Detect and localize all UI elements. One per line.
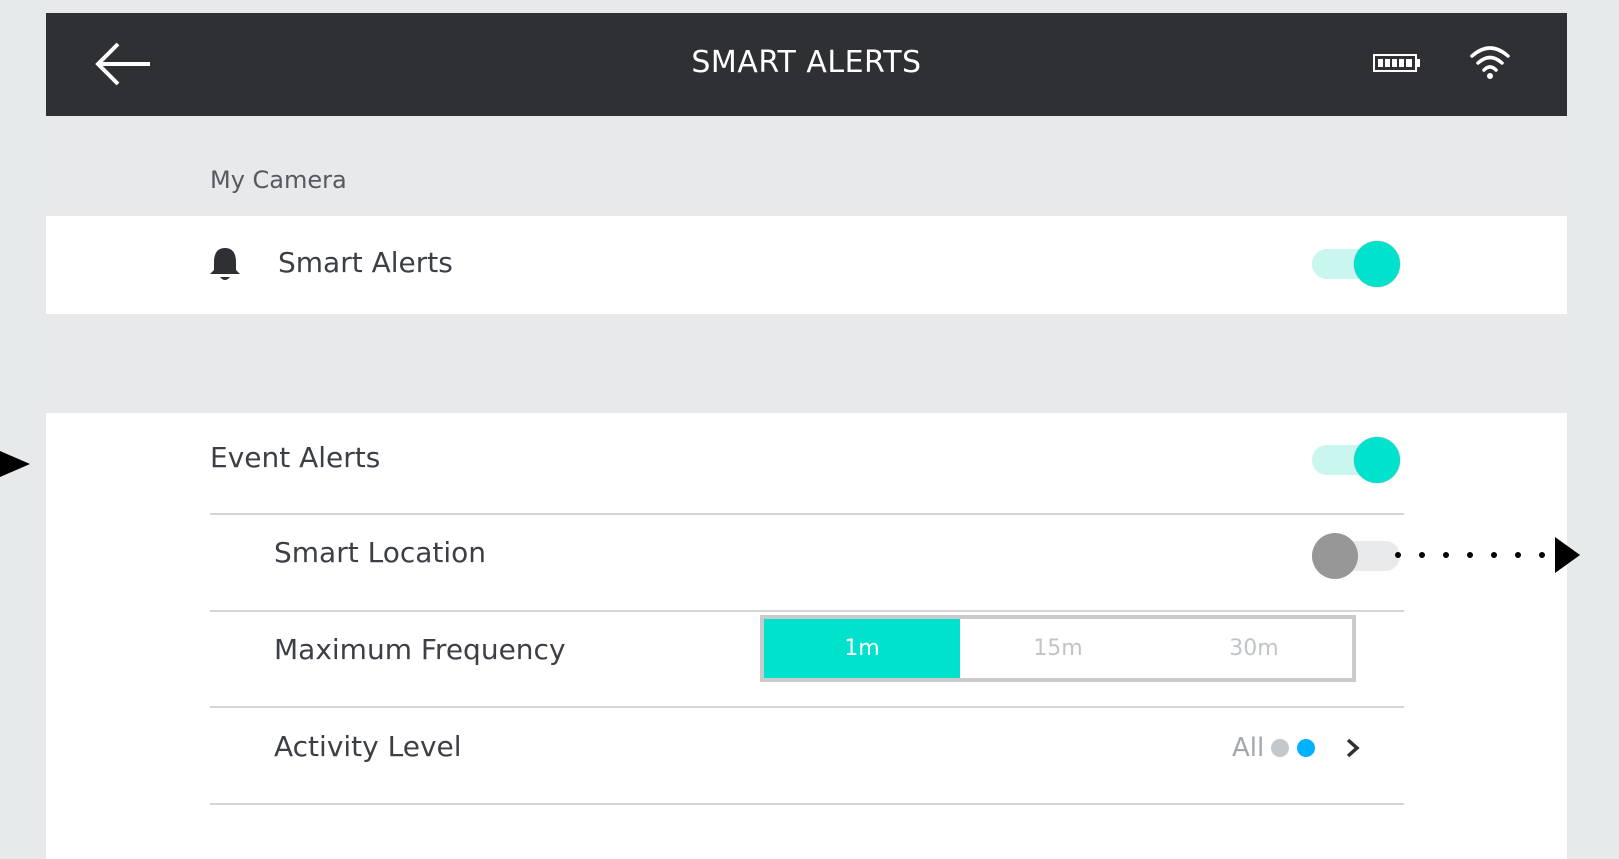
camera-section-header: My Camera bbox=[46, 116, 1567, 216]
wifi-icon bbox=[1470, 46, 1510, 79]
smart-location-label: Smart Location bbox=[274, 536, 487, 569]
activity-level-label: Activity Level bbox=[274, 730, 462, 763]
toggle-knob bbox=[1354, 437, 1400, 483]
pointer-arrow-icon bbox=[0, 451, 30, 477]
camera-name-label: My Camera bbox=[210, 166, 347, 194]
chevron-right-icon[interactable] bbox=[1344, 736, 1362, 760]
toggle-knob bbox=[1354, 241, 1400, 287]
pointer-dotted-arrow-icon bbox=[1395, 537, 1580, 573]
frequency-option-15m[interactable]: 15m bbox=[960, 619, 1156, 678]
bell-icon bbox=[210, 248, 240, 280]
event-alerts-toggle[interactable] bbox=[1312, 437, 1400, 483]
frequency-option-30m[interactable]: 30m bbox=[1156, 619, 1352, 678]
page-title: SMART ALERTS bbox=[691, 45, 922, 80]
section-spacer bbox=[46, 314, 1567, 413]
header-bar: SMART ALERTS bbox=[46, 13, 1567, 116]
divider bbox=[210, 513, 1404, 515]
activity-dot-gray bbox=[1271, 739, 1289, 757]
battery-icon bbox=[1373, 54, 1420, 72]
event-alerts-label: Event Alerts bbox=[210, 441, 381, 474]
activity-level-value: All bbox=[1232, 733, 1265, 763]
frequency-option-1m[interactable]: 1m bbox=[764, 619, 960, 678]
frequency-segmented-control: 1m 15m 30m bbox=[760, 615, 1356, 682]
activity-dot-blue bbox=[1297, 739, 1315, 757]
smart-alerts-toggle[interactable] bbox=[1312, 241, 1400, 287]
app-panel: SMART ALERTS My Camera Smart Alerts Even… bbox=[46, 13, 1567, 859]
smart-alerts-row[interactable]: Smart Alerts bbox=[46, 216, 1567, 314]
maximum-frequency-label: Maximum Frequency bbox=[274, 633, 566, 666]
divider bbox=[210, 706, 1404, 708]
smart-location-toggle[interactable] bbox=[1312, 533, 1400, 579]
divider bbox=[210, 610, 1404, 612]
screen: SMART ALERTS My Camera Smart Alerts Even… bbox=[0, 0, 1619, 859]
toggle-knob bbox=[1312, 533, 1358, 579]
smart-alerts-label: Smart Alerts bbox=[278, 246, 453, 279]
divider bbox=[210, 803, 1404, 805]
